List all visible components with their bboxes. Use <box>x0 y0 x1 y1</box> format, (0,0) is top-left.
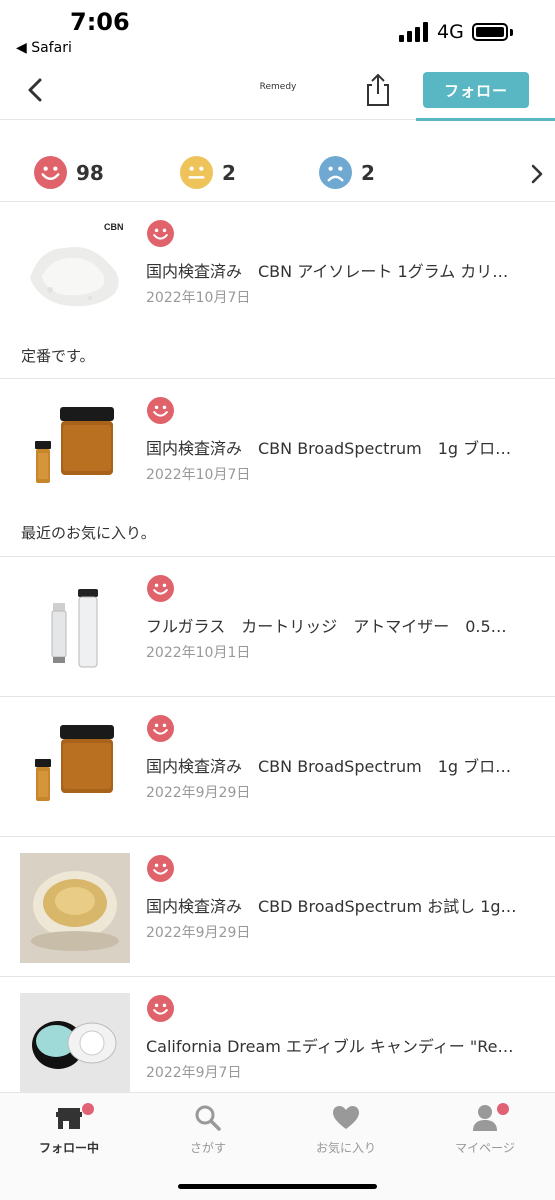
search-icon <box>195 1105 221 1131</box>
network-type: 4G <box>437 21 464 43</box>
rating-good[interactable]: 98 <box>34 156 104 189</box>
chevron-right-icon[interactable] <box>526 162 548 186</box>
feed-item[interactable]: CBN 国内検査済み CBN アイソレート 1グラム カリ… 2022年10月7… <box>0 202 555 379</box>
neutral-face-icon <box>180 156 213 189</box>
tab-favorites[interactable]: お気に入り <box>291 1103 401 1156</box>
bottom-tab-bar: フォロー中 さがす お気に入り マイページ <box>0 1092 555 1200</box>
tab-following[interactable]: フォロー中 <box>14 1103 124 1156</box>
battery-icon <box>472 23 508 41</box>
product-image[interactable]: CBN <box>20 218 130 328</box>
app-header: Remedy フォロー <box>0 62 555 120</box>
tab-label: お気に入り <box>315 1141 376 1155</box>
smile-face-icon <box>147 397 174 424</box>
sad-face-icon <box>319 156 352 189</box>
shop-logo: Remedy <box>259 82 297 92</box>
tab-mypage[interactable]: マイページ <box>430 1103 540 1156</box>
smile-face-icon <box>147 575 174 602</box>
tab-search[interactable]: さがす <box>153 1103 263 1156</box>
review-date: 2022年10月7日 <box>146 290 251 306</box>
heart-icon <box>333 1106 359 1129</box>
back-button[interactable] <box>20 74 52 106</box>
header-tab-indicator <box>416 118 555 121</box>
status-bar: 7:06 ◀ Safari 4G <box>0 0 555 62</box>
status-time: 7:06 <box>70 8 130 36</box>
rating-good-count: 98 <box>76 160 104 185</box>
feed-item[interactable]: フルガラス カートリッジ アトマイザー 0.5… 2022年10月1日 <box>0 557 555 697</box>
rating-bad-count: 2 <box>361 160 375 185</box>
review-date: 2022年9月7日 <box>146 1065 242 1081</box>
follow-button[interactable]: フォロー <box>423 72 529 108</box>
feed-item[interactable]: California Dream エディブル キャンディー "Re… 2022年… <box>0 977 555 1092</box>
product-title[interactable]: 国内検査済み CBN アイソレート 1グラム カリ… <box>146 258 536 282</box>
product-image[interactable] <box>20 993 130 1092</box>
tab-label: フォロー中 <box>38 1141 99 1155</box>
thumb-label: CBN <box>104 222 124 232</box>
smile-face-icon <box>34 156 67 189</box>
rating-bad[interactable]: 2 <box>319 156 375 189</box>
feed-item[interactable]: 国内検査済み CBD BroadSpectrum お試し 1g… 2022年9月… <box>0 837 555 977</box>
smile-face-icon <box>147 715 174 742</box>
person-icon <box>473 1105 497 1131</box>
tab-label: さがす <box>189 1141 226 1155</box>
review-date: 2022年9月29日 <box>146 785 251 801</box>
product-image[interactable] <box>20 853 130 963</box>
product-image[interactable] <box>20 573 130 683</box>
product-image[interactable] <box>20 713 130 823</box>
review-comment: 定番です。 <box>21 347 95 365</box>
product-title[interactable]: 国内検査済み CBD BroadSpectrum お試し 1g… <box>146 893 536 917</box>
review-comment: 最近のお気に入り。 <box>21 524 156 542</box>
smile-face-icon <box>147 220 174 247</box>
home-indicator <box>178 1184 377 1189</box>
product-title[interactable]: 国内検査済み CBN BroadSpectrum 1g ブロ… <box>146 753 536 777</box>
feed-item[interactable]: 国内検査済み CBN BroadSpectrum 1g ブロ… 2022年10月… <box>0 379 555 557</box>
battery-tip <box>510 29 513 36</box>
review-feed: CBN 国内検査済み CBN アイソレート 1グラム カリ… 2022年10月7… <box>0 202 555 1092</box>
tab-label: マイページ <box>455 1141 515 1155</box>
product-image[interactable] <box>20 395 130 505</box>
notification-dot <box>497 1103 509 1115</box>
signal-icon <box>399 22 428 42</box>
share-button[interactable] <box>362 72 394 108</box>
review-date: 2022年10月1日 <box>146 645 251 661</box>
smile-face-icon <box>147 855 174 882</box>
review-date: 2022年10月7日 <box>146 467 251 483</box>
rating-summary: 98 2 2 <box>0 136 555 202</box>
notification-dot <box>82 1103 94 1115</box>
review-date: 2022年9月29日 <box>146 925 251 941</box>
rating-neutral[interactable]: 2 <box>180 156 236 189</box>
store-icon <box>56 1108 82 1129</box>
product-title[interactable]: 国内検査済み CBN BroadSpectrum 1g ブロ… <box>146 435 536 459</box>
rating-neutral-count: 2 <box>222 160 236 185</box>
product-title[interactable]: California Dream エディブル キャンディー "Re… <box>146 1033 536 1057</box>
smile-face-icon <box>147 995 174 1022</box>
product-title[interactable]: フルガラス カートリッジ アトマイザー 0.5… <box>146 613 536 637</box>
feed-item[interactable]: 国内検査済み CBN BroadSpectrum 1g ブロ… 2022年9月2… <box>0 697 555 837</box>
back-to-safari-link[interactable]: ◀ Safari <box>16 40 72 56</box>
